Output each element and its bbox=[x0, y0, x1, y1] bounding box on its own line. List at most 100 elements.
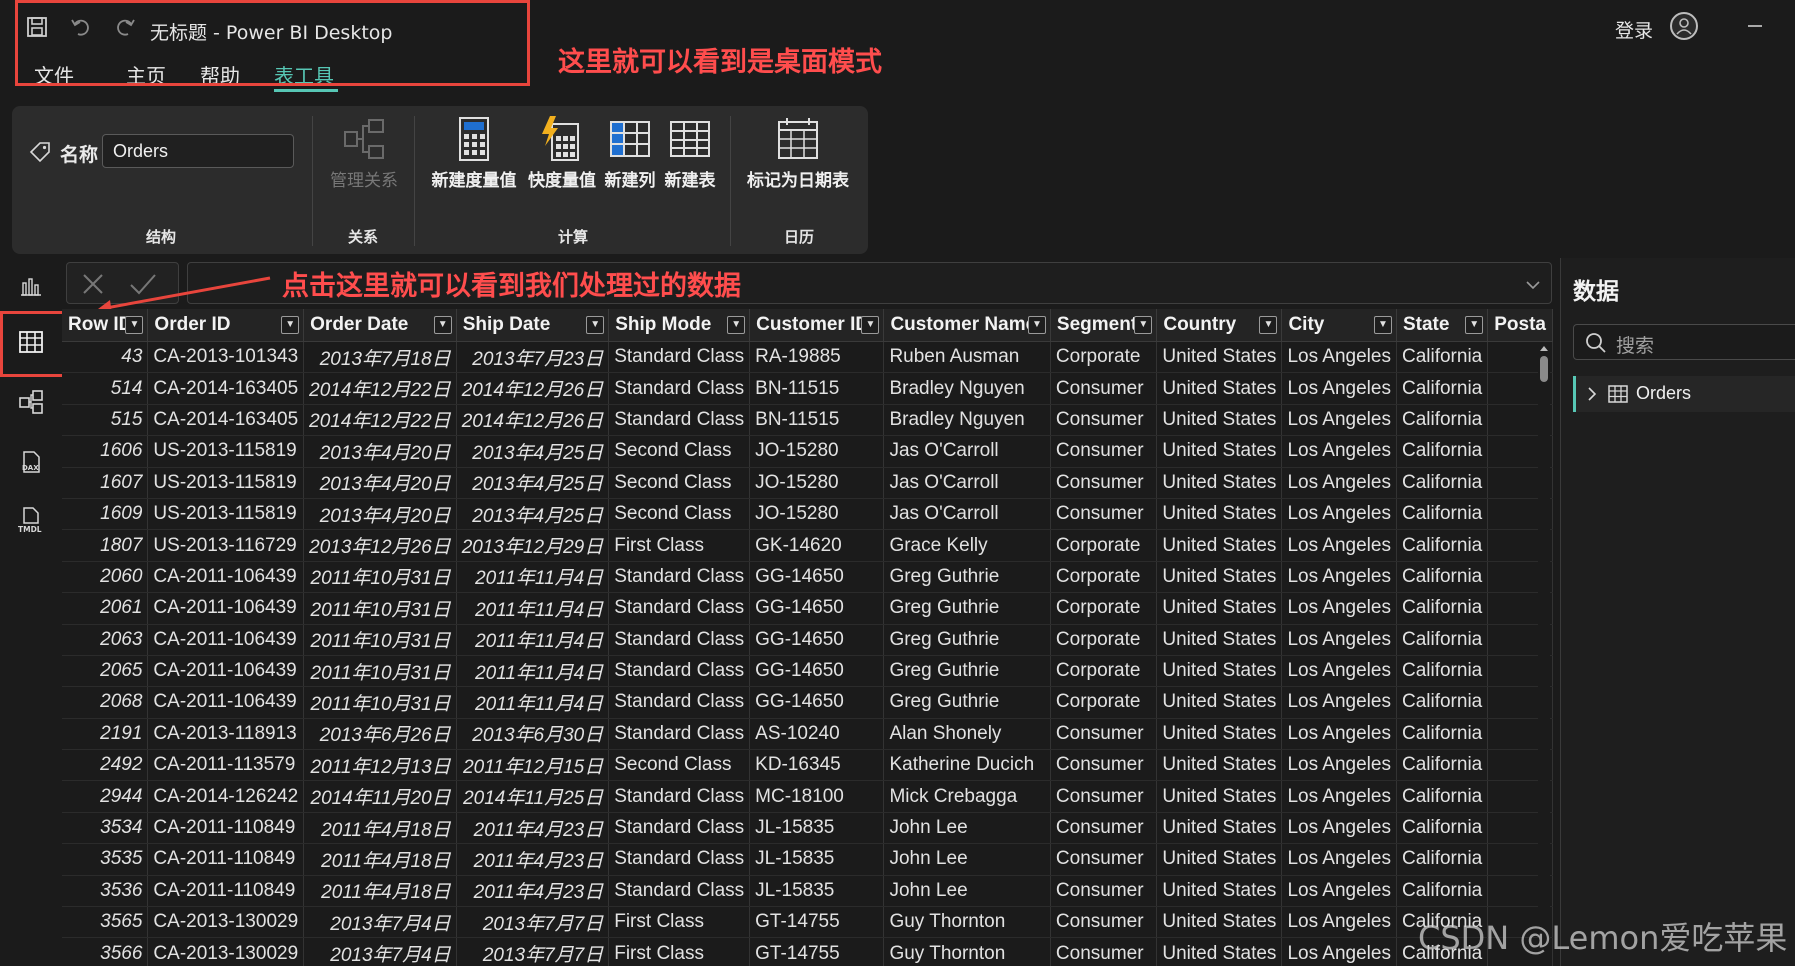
table-cell[interactable]: 2011年11月4日 bbox=[456, 655, 610, 688]
table-cell[interactable]: United States bbox=[1156, 341, 1283, 374]
column-header[interactable]: Segment ▼ bbox=[1050, 309, 1158, 342]
table-cell[interactable]: 2013年4月20日 bbox=[303, 435, 457, 468]
table-cell[interactable]: Consumer bbox=[1050, 780, 1158, 813]
table-cell[interactable]: CA-2013-130029 bbox=[147, 937, 305, 966]
column-header[interactable]: Customer Name ▼ bbox=[883, 309, 1051, 342]
table-cell[interactable]: Alan Shonely bbox=[883, 718, 1051, 751]
table-cell[interactable]: United States bbox=[1156, 561, 1283, 594]
table-cell[interactable]: California bbox=[1396, 624, 1489, 656]
table-cell[interactable]: Grace Kelly bbox=[883, 529, 1051, 562]
column-header[interactable]: Ship Date ▼ bbox=[456, 309, 610, 342]
table-cell[interactable]: Consumer bbox=[1050, 875, 1158, 908]
table-cell[interactable]: Standard Class bbox=[608, 780, 751, 813]
table-cell[interactable]: United States bbox=[1156, 655, 1283, 688]
table-cell[interactable]: Los Angeles bbox=[1281, 467, 1397, 499]
table-cell[interactable]: 2011年10月31日 bbox=[303, 686, 457, 719]
table-cell[interactable]: MC-18100 bbox=[749, 780, 885, 813]
table-cell[interactable]: CA-2014-163405 bbox=[147, 404, 305, 437]
column-filter-dropdown-icon[interactable]: ▼ bbox=[1373, 316, 1392, 334]
table-cell[interactable]: Second Class bbox=[608, 498, 751, 531]
table-cell[interactable]: Ruben Ausman bbox=[883, 341, 1051, 374]
table-cell[interactable]: CA-2014-163405 bbox=[147, 372, 305, 405]
table-name-input[interactable]: Orders bbox=[102, 134, 294, 168]
table-cell[interactable]: CA-2011-106439 bbox=[147, 686, 305, 719]
table-cell[interactable]: Consumer bbox=[1050, 906, 1158, 939]
login-link[interactable]: 登录 bbox=[1615, 16, 1653, 43]
table-cell[interactable]: 2013年7月4日 bbox=[303, 906, 457, 939]
dax-query-view-icon[interactable]: DAX bbox=[16, 447, 46, 477]
table-cell[interactable]: First Class bbox=[608, 906, 751, 939]
table-cell[interactable]: Standard Class bbox=[608, 372, 751, 405]
table-cell[interactable]: Consumer bbox=[1050, 372, 1158, 405]
chevron-down-icon[interactable] bbox=[1525, 276, 1541, 295]
table-cell[interactable]: Los Angeles bbox=[1281, 906, 1397, 939]
table-cell[interactable]: Greg Guthrie bbox=[883, 686, 1051, 719]
column-header[interactable]: Posta bbox=[1487, 309, 1553, 342]
table-cell[interactable]: Corporate bbox=[1050, 341, 1158, 374]
table-cell[interactable]: Standard Class bbox=[608, 843, 751, 876]
table-cell[interactable]: Greg Guthrie bbox=[883, 592, 1051, 625]
table-cell[interactable]: 2063 bbox=[62, 624, 149, 656]
table-cell[interactable]: 2011年11月4日 bbox=[456, 624, 610, 656]
column-filter-dropdown-icon[interactable]: ▼ bbox=[125, 316, 144, 334]
table-cell[interactable]: CA-2011-106439 bbox=[147, 561, 305, 594]
table-cell[interactable]: 2011年4月18日 bbox=[303, 875, 457, 908]
table-cell[interactable]: Los Angeles bbox=[1281, 592, 1397, 625]
table-cell[interactable]: California bbox=[1396, 435, 1489, 468]
table-cell[interactable]: California bbox=[1396, 843, 1489, 876]
table-cell[interactable]: 1606 bbox=[62, 435, 149, 468]
table-cell[interactable]: 2013年4月25日 bbox=[456, 467, 610, 499]
table-cell[interactable]: Los Angeles bbox=[1281, 937, 1397, 966]
table-cell[interactable]: CA-2011-110849 bbox=[147, 843, 305, 876]
table-cell[interactable]: 514 bbox=[62, 372, 149, 405]
table-cell[interactable]: United States bbox=[1156, 624, 1283, 656]
table-cell[interactable]: 2013年4月20日 bbox=[303, 498, 457, 531]
table-cell[interactable]: United States bbox=[1156, 467, 1283, 499]
menu-file[interactable]: 文件 bbox=[34, 60, 74, 89]
menu-help[interactable]: 帮助 bbox=[200, 60, 240, 89]
table-cell[interactable]: California bbox=[1396, 529, 1489, 562]
table-cell[interactable]: Los Angeles bbox=[1281, 529, 1397, 562]
table-cell[interactable]: Los Angeles bbox=[1281, 404, 1397, 437]
table-cell[interactable]: US-2013-116729 bbox=[147, 529, 305, 562]
table-cell[interactable]: John Lee bbox=[883, 843, 1051, 876]
table-cell[interactable]: 2014年11月25日 bbox=[456, 780, 610, 813]
table-cell[interactable]: 43 bbox=[62, 341, 149, 374]
column-filter-dropdown-icon[interactable]: ▼ bbox=[433, 316, 452, 334]
table-cell[interactable]: 2011年10月31日 bbox=[303, 624, 457, 656]
table-cell[interactable]: Standard Class bbox=[608, 718, 751, 751]
table-cell[interactable]: RA-19885 bbox=[749, 341, 885, 374]
table-cell[interactable]: 2011年11月4日 bbox=[456, 592, 610, 625]
table-cell[interactable]: Los Angeles bbox=[1281, 686, 1397, 719]
undo-icon[interactable] bbox=[68, 14, 94, 40]
table-cell[interactable]: Standard Class bbox=[608, 686, 751, 719]
table-cell[interactable]: CA-2011-106439 bbox=[147, 624, 305, 656]
table-cell[interactable]: Corporate bbox=[1050, 624, 1158, 656]
table-cell[interactable]: 2065 bbox=[62, 655, 149, 688]
table-cell[interactable]: Los Angeles bbox=[1281, 372, 1397, 405]
table-tree-item-orders[interactable]: Orders bbox=[1573, 376, 1795, 412]
table-cell[interactable]: United States bbox=[1156, 718, 1283, 751]
table-cell[interactable]: JO-15280 bbox=[749, 435, 885, 468]
table-cell[interactable]: United States bbox=[1156, 906, 1283, 939]
table-cell[interactable]: 2013年4月25日 bbox=[456, 435, 610, 468]
table-cell[interactable]: Greg Guthrie bbox=[883, 655, 1051, 688]
table-cell[interactable]: Consumer bbox=[1050, 435, 1158, 468]
table-cell[interactable]: US-2013-115819 bbox=[147, 467, 305, 499]
table-cell[interactable]: California bbox=[1396, 341, 1489, 374]
table-cell[interactable]: United States bbox=[1156, 498, 1283, 531]
table-cell[interactable]: United States bbox=[1156, 404, 1283, 437]
table-cell[interactable]: Los Angeles bbox=[1281, 875, 1397, 908]
table-cell[interactable]: John Lee bbox=[883, 812, 1051, 845]
table-cell[interactable]: United States bbox=[1156, 875, 1283, 908]
table-cell[interactable]: Corporate bbox=[1050, 686, 1158, 719]
table-cell[interactable]: United States bbox=[1156, 372, 1283, 405]
table-cell[interactable]: United States bbox=[1156, 592, 1283, 625]
table-cell[interactable]: Consumer bbox=[1050, 467, 1158, 499]
table-cell[interactable]: Mick Crebagga bbox=[883, 780, 1051, 813]
column-filter-dropdown-icon[interactable]: ▼ bbox=[1259, 316, 1278, 334]
table-cell[interactable]: California bbox=[1396, 780, 1489, 813]
tmdl-view-icon[interactable]: TMDL bbox=[16, 505, 46, 535]
table-cell[interactable]: Corporate bbox=[1050, 592, 1158, 625]
table-cell[interactable]: Greg Guthrie bbox=[883, 561, 1051, 594]
